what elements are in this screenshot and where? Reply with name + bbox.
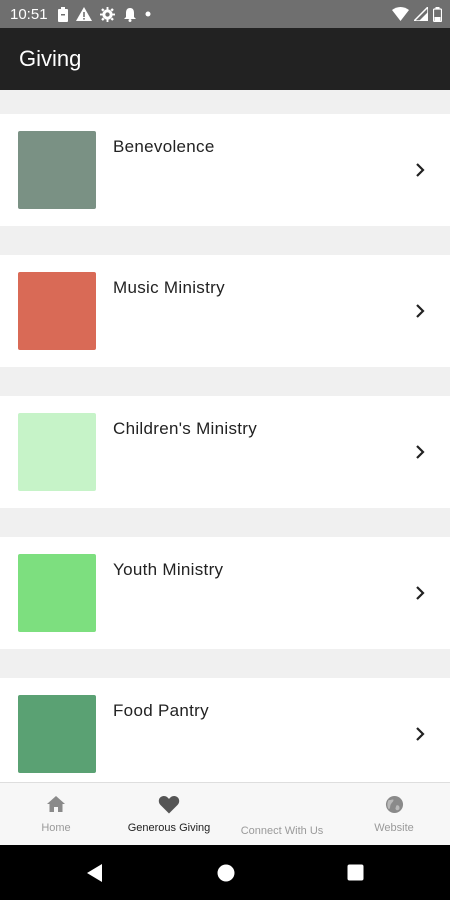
fund-card-benevolence[interactable]: Benevolence [0, 114, 450, 226]
chevron-right-icon [414, 162, 426, 178]
recents-icon[interactable] [325, 845, 385, 900]
chevron-right-icon [414, 585, 426, 601]
settings-icon [99, 6, 115, 22]
fund-color-swatch [18, 695, 96, 773]
status-left-icons [57, 6, 151, 22]
fund-color-swatch [18, 131, 96, 209]
back-icon[interactable] [65, 845, 125, 900]
wifi-icon [392, 7, 409, 21]
fund-title: Music Ministry [113, 278, 225, 297]
nav-label: Connect With Us [240, 825, 324, 837]
signal-icon [414, 7, 428, 21]
home-circle-icon[interactable] [196, 845, 256, 900]
fund-card-music-ministry[interactable]: Music Ministry [0, 255, 450, 367]
chevron-right-icon [414, 303, 426, 319]
fund-color-swatch [18, 413, 96, 491]
heart-icon [158, 794, 180, 814]
fund-color-swatch [18, 554, 96, 632]
chevron-right-icon [414, 444, 426, 460]
nav-label: Website [374, 822, 414, 834]
bottom-nav: Home Generous Giving Connect With Us Web… [0, 782, 450, 846]
fund-list[interactable]: Benevolence Music Ministry Children's Mi… [0, 90, 450, 782]
nav-website[interactable]: Website [338, 783, 450, 846]
chevron-right-icon [414, 726, 426, 742]
system-nav-bar [0, 845, 450, 900]
app-bar: Giving [0, 28, 450, 90]
battery-icon [433, 6, 442, 22]
fund-title: Children's Ministry [113, 419, 258, 438]
globe-icon [385, 794, 404, 814]
page-title: Giving [19, 46, 82, 71]
fund-card-childrens-ministry[interactable]: Children's Ministry [0, 396, 450, 508]
warning-icon [75, 7, 92, 21]
fund-title: Food Pantry [113, 701, 209, 720]
dot-icon [145, 11, 151, 17]
fund-card-food-pantry[interactable]: Food Pantry [0, 678, 450, 782]
nav-label: Home [41, 822, 71, 834]
fund-title: Benevolence [113, 137, 215, 156]
home-icon [46, 794, 66, 814]
nav-connect-with-us[interactable]: Connect With Us [226, 783, 338, 846]
status-right-icons [392, 0, 442, 28]
status-bar: 10:51 [0, 0, 450, 28]
nav-label: Generous Giving [127, 822, 211, 834]
nav-generous-giving[interactable]: Generous Giving [113, 783, 225, 846]
fund-card-youth-ministry[interactable]: Youth Ministry [0, 537, 450, 649]
fund-title: Youth Ministry [113, 560, 224, 579]
nav-home[interactable]: Home [0, 783, 112, 846]
status-time: 10:51 [10, 5, 48, 23]
notification-bell-icon [123, 7, 137, 22]
battery-saver-icon [57, 6, 68, 22]
fund-color-swatch [18, 272, 96, 350]
